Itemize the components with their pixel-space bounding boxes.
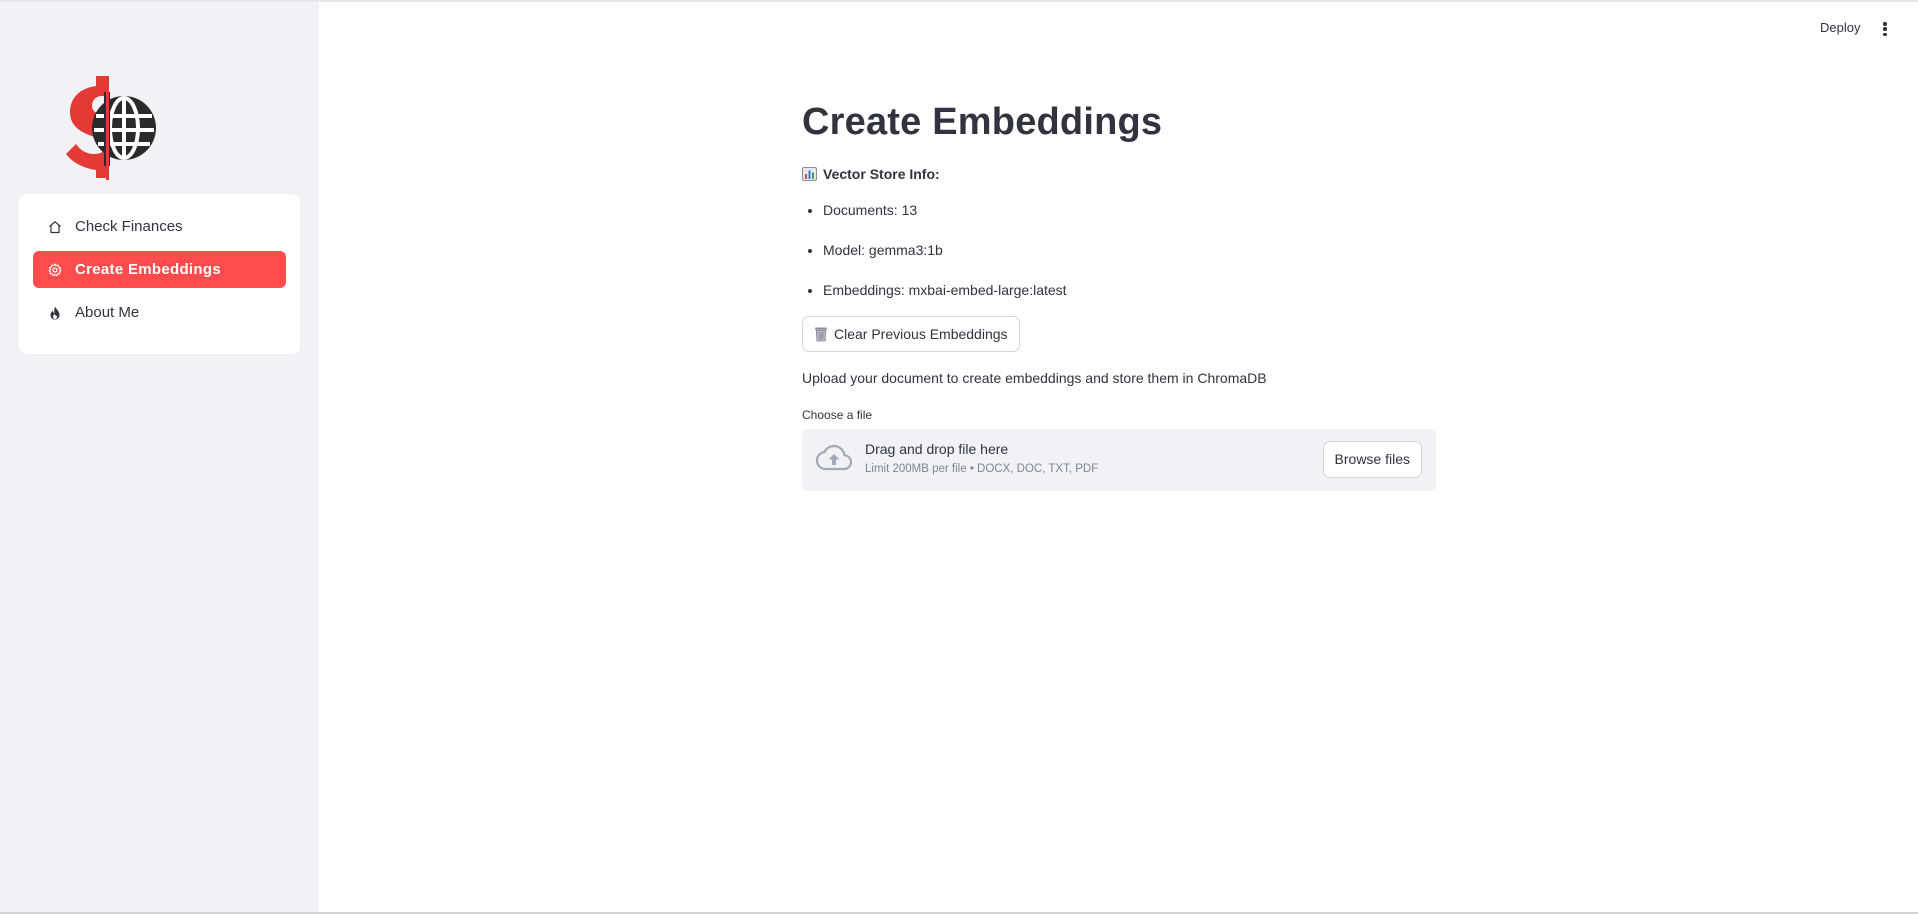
sidebar-item-label: About Me	[75, 304, 140, 321]
sidebar: Check Finances Create Embeddings About M…	[0, 2, 319, 912]
clear-embeddings-button[interactable]: Clear Previous Embeddings	[802, 315, 1020, 352]
file-dropzone[interactable]: Drag and drop file here Limit 200MB per …	[802, 428, 1436, 491]
trash-icon	[814, 326, 828, 342]
dropzone-limit: Limit 200MB per file • DOCX, DOC, TXT, P…	[865, 462, 1099, 475]
gear-icon	[47, 262, 63, 278]
sidebar-item-label: Check Finances	[75, 218, 183, 235]
home-icon	[47, 219, 63, 235]
dropzone-title: Drag and drop file here	[865, 440, 1009, 457]
upload-instruction: Upload your document to create embedding…	[802, 369, 1267, 386]
file-uploader-label: Choose a file	[802, 407, 873, 422]
bar-chart-emoji	[802, 166, 817, 181]
vector-store-heading-text: Vector Store Info:	[823, 165, 940, 182]
sidebar-item-check-finances[interactable]: Check Finances	[33, 208, 286, 245]
page-title: Create Embeddings	[802, 101, 1163, 143]
main-content: Create Embeddings Vector Store Info: Doc…	[802, 100, 1437, 491]
clear-embeddings-label: Clear Previous Embeddings	[834, 325, 1008, 342]
vector-store-heading: Vector Store Info:	[802, 166, 1437, 182]
sidebar-nav: Check Finances Create Embeddings About M…	[19, 194, 300, 354]
browse-files-button[interactable]: Browse files	[1322, 440, 1422, 478]
sidebar-item-create-embeddings[interactable]: Create Embeddings	[33, 251, 286, 288]
sidebar-item-label: Create Embeddings	[75, 261, 221, 278]
fire-icon	[47, 305, 63, 321]
cloud-upload-icon	[815, 444, 853, 472]
info-documents: Documents: 13	[823, 200, 1437, 220]
sidebar-item-about-me[interactable]: About Me	[33, 294, 286, 331]
info-embeddings: Embeddings: mxbai-embed-large:latest	[823, 280, 1437, 300]
dollar-globe-logo	[62, 72, 158, 182]
deploy-button[interactable]: Deploy	[1820, 20, 1860, 35]
info-model: Model: gemma3:1b	[823, 240, 1437, 260]
vector-store-info-list: Documents: 13 Model: gemma3:1b Embedding…	[802, 200, 1437, 300]
kebab-menu-icon[interactable]	[1880, 20, 1890, 38]
